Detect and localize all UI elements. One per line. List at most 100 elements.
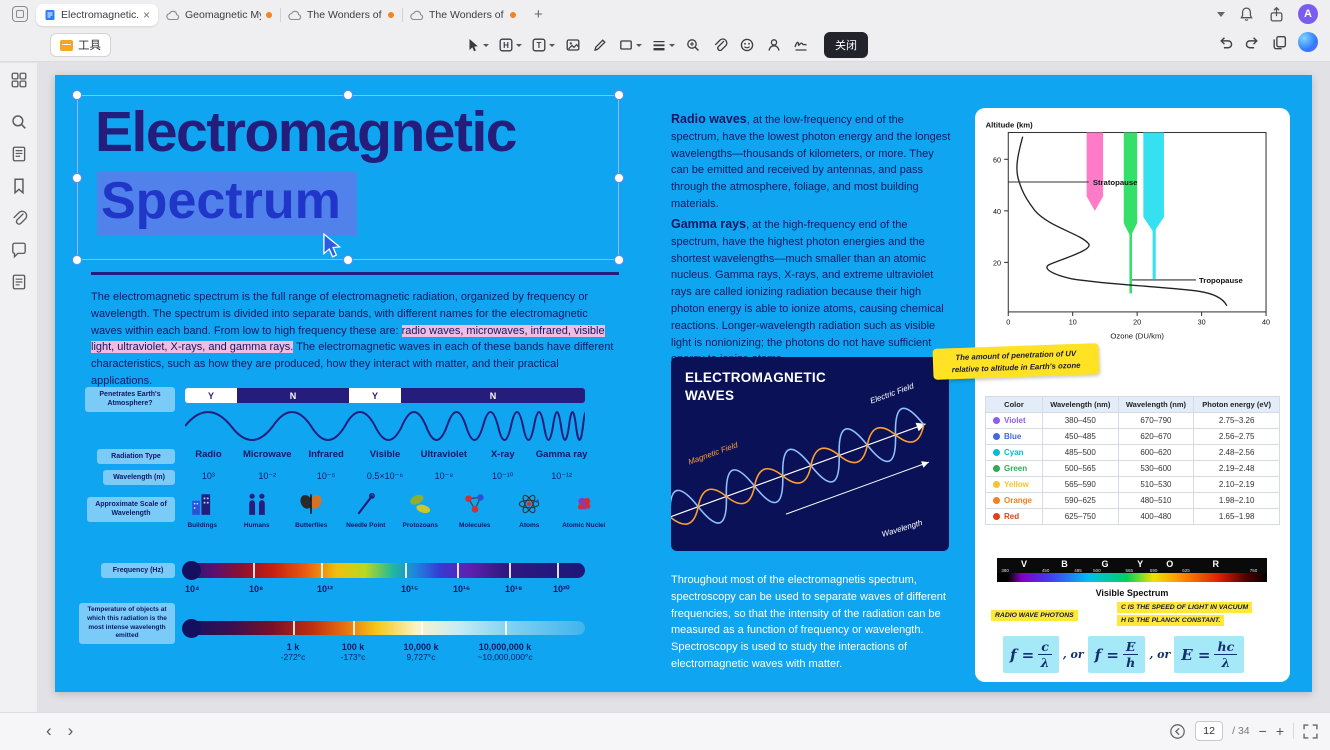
rainbow-gradient <box>997 573 1267 582</box>
color-swatch <box>993 417 1000 424</box>
toolbar: 工具 H T 关闭 <box>0 28 1330 62</box>
new-tab-button[interactable]: + <box>534 6 543 23</box>
selection-handle[interactable] <box>72 90 82 100</box>
molecule-icon <box>465 494 484 513</box>
scale-item: Buildings <box>175 489 230 529</box>
person-stamp-tool[interactable] <box>762 32 786 58</box>
selection-handle[interactable] <box>614 172 624 183</box>
tools-panel-button[interactable]: 工具 <box>50 33 111 57</box>
frequency-value: 10⁸ <box>249 584 264 594</box>
scale-item: Butterflies <box>284 489 339 529</box>
table-row: Green 500–565 530–600 2.19–2.48 <box>985 460 1280 477</box>
pen-tool[interactable] <box>588 32 612 58</box>
shape-tool[interactable] <box>615 32 645 58</box>
status-bar: ‹ › / 34 − + <box>0 712 1330 750</box>
fit-screen-icon[interactable] <box>1303 723 1318 739</box>
canvas: Electromagnetic Spectrum The electromagn… <box>38 63 1330 712</box>
comment-icon[interactable] <box>10 241 28 259</box>
tab-wonders-1[interactable]: The Wonders of G... <box>280 4 403 26</box>
toolbox-icon <box>60 39 73 51</box>
zoom-in-button[interactable]: + <box>1276 723 1284 739</box>
page-title-line1[interactable]: Electromagnetic <box>95 101 517 164</box>
line-style-tool[interactable] <box>648 32 678 58</box>
svg-text:40: 40 <box>993 207 1001 216</box>
attachment-tool[interactable] <box>708 32 732 58</box>
color-swatch <box>993 465 1000 472</box>
chevron-down-icon <box>483 43 489 47</box>
copy-icon[interactable] <box>1271 34 1288 51</box>
search-icon[interactable] <box>10 113 28 131</box>
page-number-input[interactable] <box>1195 721 1224 741</box>
tab-geomagnetic[interactable]: Geomagnetic Mys... <box>158 4 281 26</box>
selection-handle[interactable] <box>72 172 82 183</box>
notification-bell-icon[interactable] <box>1238 6 1255 23</box>
selection-handle[interactable] <box>614 255 624 265</box>
page-total-label: / 34 <box>1232 725 1250 737</box>
divider <box>1293 723 1294 739</box>
row-label-frequency: Frequency (Hz) <box>101 563 175 579</box>
signature-tool[interactable] <box>789 32 813 58</box>
tools-button-label: 工具 <box>78 40 101 52</box>
visible-light-table: Color Wavelength (nm) Wavelength (nm) Ph… <box>985 396 1280 525</box>
spectrum-letter: B <box>1061 559 1068 569</box>
app-menu-icon[interactable] <box>12 6 28 22</box>
attachment-icon[interactable] <box>10 209 28 227</box>
selection-handle[interactable] <box>343 255 353 265</box>
page-title-line2[interactable]: Spectrum <box>97 172 357 236</box>
bookmark-icon[interactable] <box>10 177 28 195</box>
notes-icon[interactable] <box>10 273 28 291</box>
radiation-type: Microwave <box>243 449 292 460</box>
app-window: Electromagnetic... × Geomagnetic Mys... … <box>0 0 1330 750</box>
title-divider <box>91 272 619 275</box>
selection-handle[interactable] <box>343 90 353 100</box>
atmosphere-segment: Y <box>185 388 237 403</box>
next-page-arrow[interactable]: › <box>68 721 74 741</box>
selection-handle[interactable] <box>614 90 624 100</box>
page-thumbnails-icon[interactable] <box>10 145 28 163</box>
prev-page-arrow[interactable]: ‹ <box>46 721 52 741</box>
wavelength-value: 0.5×10⁻⁶ <box>366 471 404 481</box>
spectrum-letter: R <box>1212 559 1219 569</box>
share-upload-icon[interactable] <box>1268 6 1285 23</box>
home-grid-icon[interactable] <box>10 71 28 89</box>
svg-text:60: 60 <box>993 155 1001 164</box>
svg-text:Altitude (km): Altitude (km) <box>986 120 1034 129</box>
search-zoom-tool[interactable] <box>681 32 705 58</box>
radio-photons-note: RADIO WAVE PHOTONS <box>991 610 1078 621</box>
atmosphere-segment: N <box>237 388 349 403</box>
select-tool[interactable] <box>462 32 492 58</box>
ai-assistant-icon[interactable] <box>1298 32 1318 52</box>
page-history-icon[interactable] <box>1169 723 1186 740</box>
close-tools-button[interactable]: 关闭 <box>824 32 868 58</box>
toolbar-right-group <box>1217 32 1318 52</box>
atomic-nuclei-icon <box>577 497 591 510</box>
tab-wonders-2[interactable]: The Wonders of G... <box>402 4 524 26</box>
heading-tool[interactable]: H <box>495 32 525 58</box>
frequency-value: 10¹⁵ <box>401 584 419 594</box>
selection-handle[interactable] <box>72 255 82 265</box>
wavelength-row: 10³ 10⁻² 10⁻⁵ 0.5×10⁻⁶ 10⁻⁸ 10⁻¹⁰ 10⁻¹² <box>179 471 591 482</box>
undo-icon[interactable] <box>1217 34 1234 51</box>
frequency-value: 10¹² <box>317 584 334 594</box>
wavelength-value: 10⁻⁵ <box>316 471 336 481</box>
table-row: Yellow 565–590 510–530 2.10–2.19 <box>985 476 1280 493</box>
planck-constant-note: H IS THE PLANCK CONSTANT. <box>1117 615 1225 626</box>
chevron-down-icon <box>516 43 522 47</box>
user-avatar[interactable]: A <box>1298 4 1318 24</box>
humans-icon <box>248 493 265 515</box>
tab-close-icon[interactable]: × <box>143 9 150 21</box>
tab-electromagnetic[interactable]: Electromagnetic... × <box>36 4 158 26</box>
uv-callout: The amount of penetration of UV relative… <box>932 343 1100 381</box>
text-tool[interactable]: T <box>528 32 558 58</box>
svg-text:H: H <box>503 41 509 50</box>
sticker-tool[interactable] <box>735 32 759 58</box>
tab-list-chevron-icon[interactable] <box>1217 11 1225 17</box>
redo-icon[interactable] <box>1244 34 1261 51</box>
scale-item: Protozoans <box>393 489 448 529</box>
zoom-out-button[interactable]: − <box>1259 723 1267 739</box>
image-tool[interactable] <box>561 32 585 58</box>
table-header: Wavelength (nm) <box>1041 396 1119 413</box>
cloud-icon <box>410 10 424 20</box>
color-name: Yellow <box>1004 480 1029 489</box>
row-label-scale: Approximate Scale of Wavelength <box>87 497 175 522</box>
